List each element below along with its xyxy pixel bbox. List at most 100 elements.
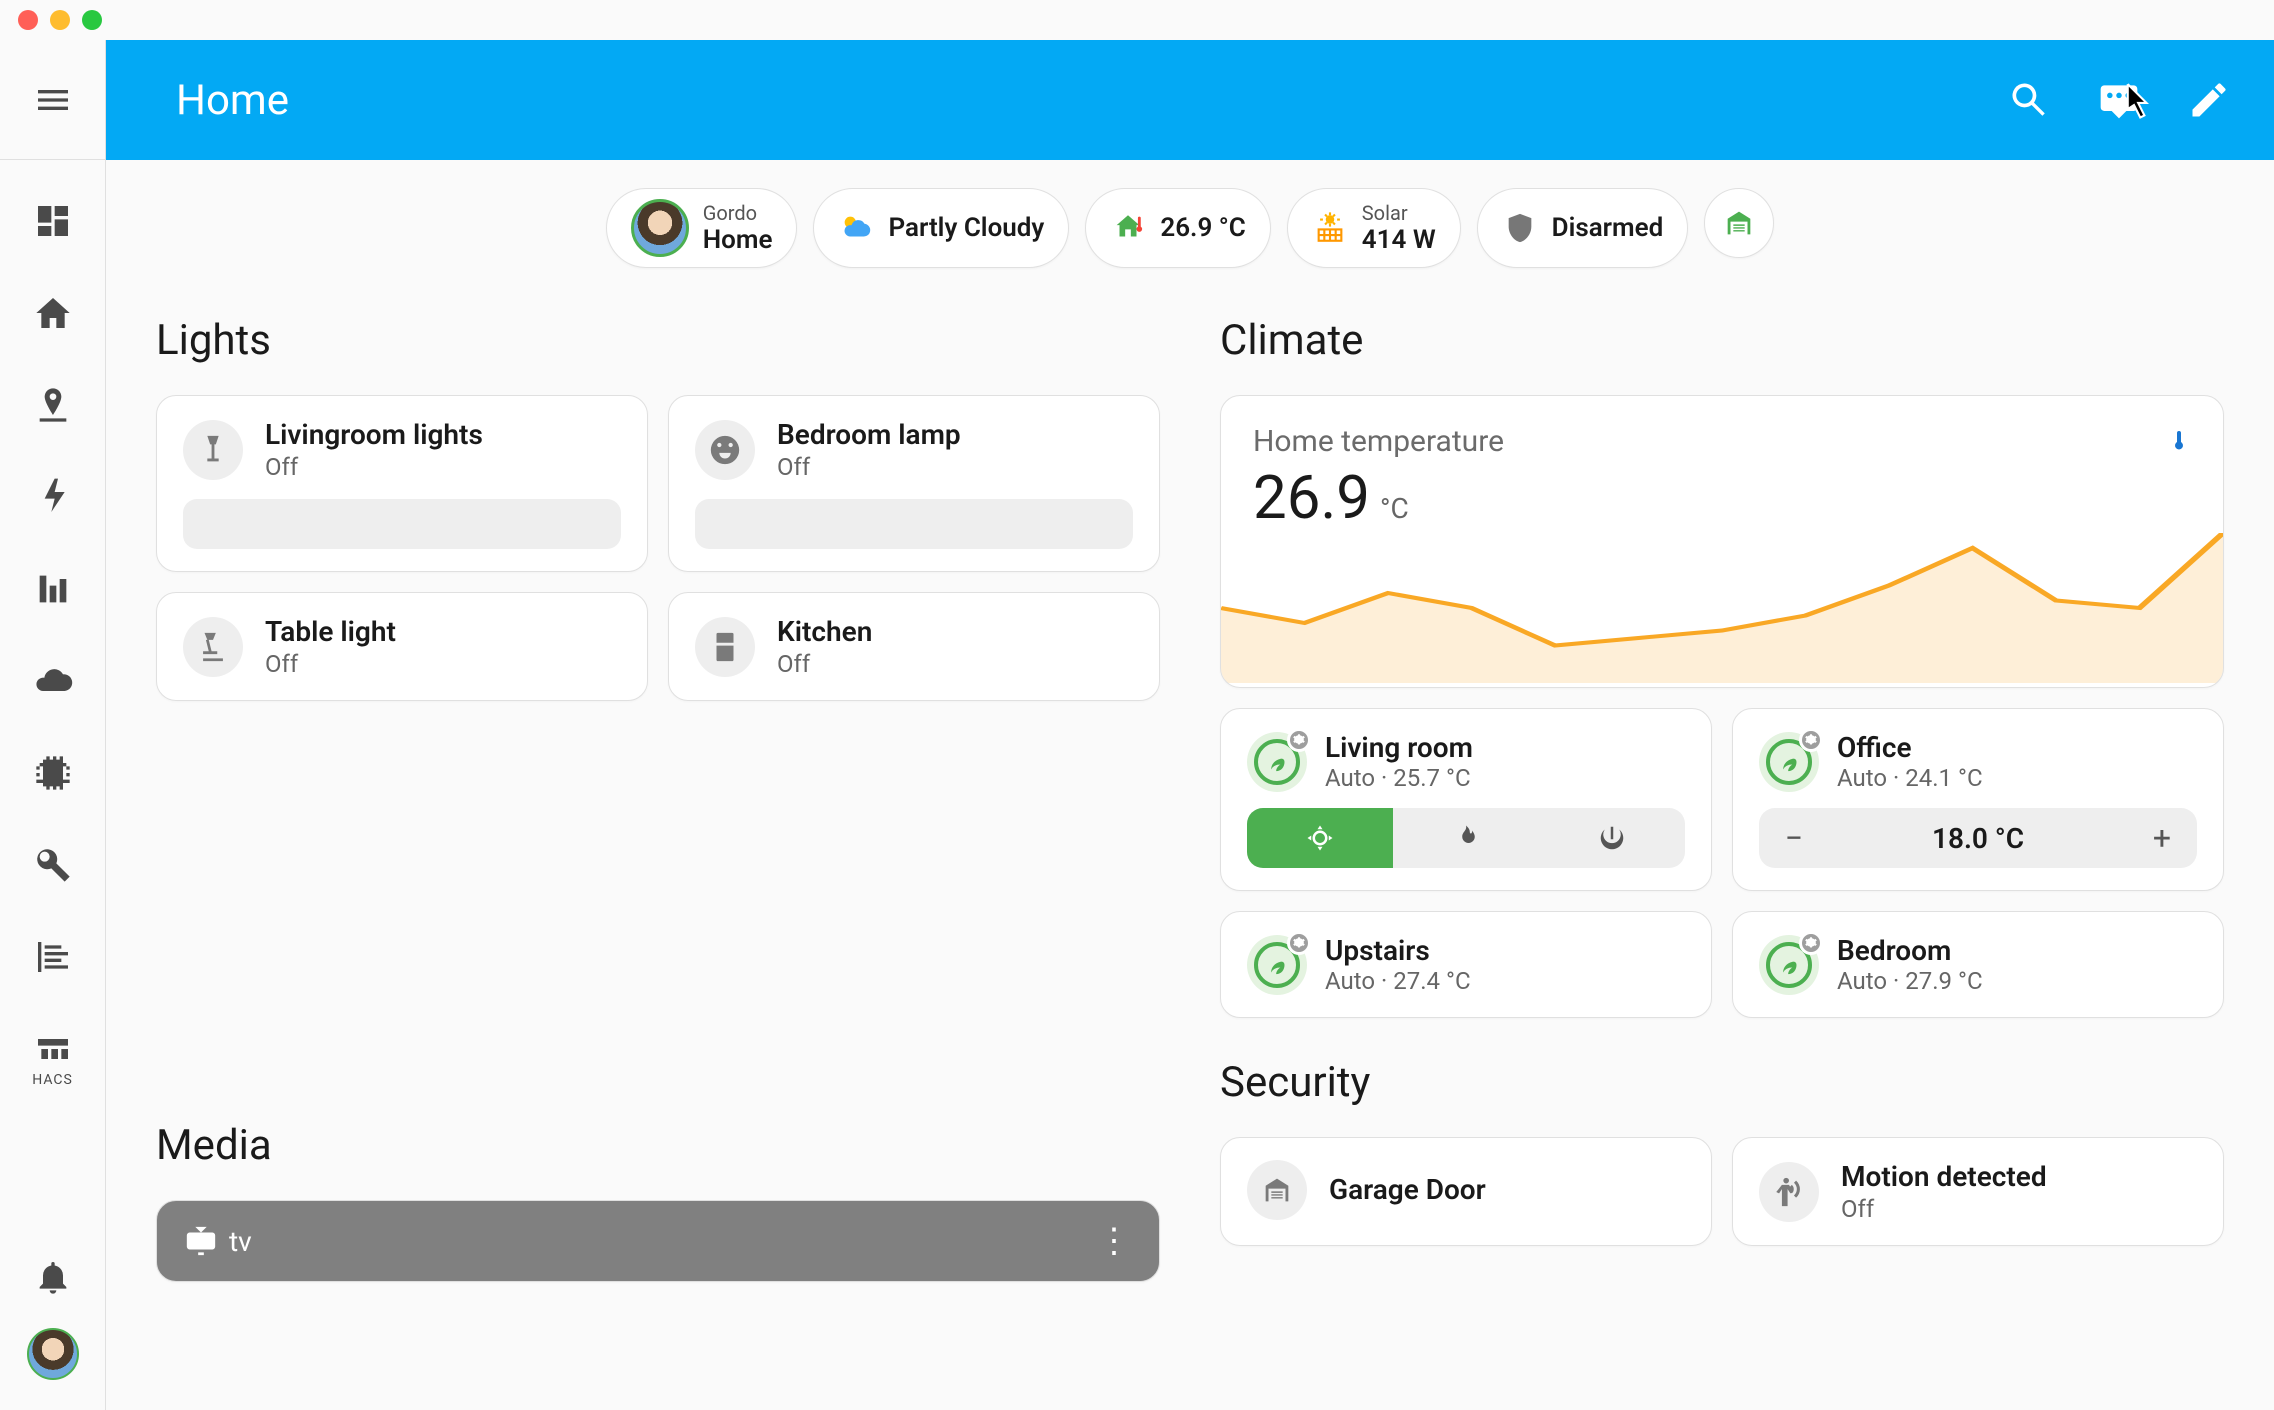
climate-room-name: Bedroom [1837, 934, 1983, 967]
media-tv-label: tv [229, 1225, 1097, 1258]
light-state: Off [265, 453, 483, 481]
window-close-button[interactable] [18, 10, 38, 30]
chip-solar-label: Solar [1362, 201, 1436, 225]
light-label: Livingroom lights [265, 418, 483, 451]
brightness-slider[interactable] [183, 499, 621, 549]
climate-home-temp-card[interactable]: Home temperature 26.9 °C [1220, 395, 2224, 688]
sidebar-item-addons[interactable] [32, 752, 74, 794]
light-card-bedroom-lamp[interactable]: Bedroom lamp Off [668, 395, 1160, 572]
temp-setpoint: 18.0 °C [1829, 822, 2127, 855]
climate-section-title: Climate [1220, 316, 2224, 365]
climate-home-unit: °C [1380, 492, 1409, 525]
chip-weather[interactable]: Partly Cloudy [813, 188, 1069, 268]
solar-panel-icon [1312, 210, 1348, 246]
user-avatar-icon [631, 199, 689, 257]
sidebar-hacs-label: HACS [32, 1072, 73, 1088]
security-item-name: Garage Door [1329, 1173, 1486, 1206]
mode-auto-button[interactable] [1247, 808, 1393, 868]
motion-sensor-icon [1759, 1162, 1819, 1222]
desk-lamp-icon [183, 617, 243, 677]
chip-temp-text: 26.9 °C [1160, 213, 1245, 243]
window-maximize-button[interactable] [82, 10, 102, 30]
climate-chart [1221, 533, 2223, 683]
light-state: Off [777, 650, 872, 678]
sidebar-item-devtools[interactable] [32, 844, 74, 886]
sidebar-item-dashboard[interactable] [32, 200, 74, 242]
cursor-pointer-icon [2109, 80, 2159, 134]
edit-dashboard-button[interactable] [2184, 75, 2234, 125]
temp-down-button[interactable]: − [1759, 808, 1829, 868]
climate-room-status: Auto · 27.4 °C [1325, 967, 1471, 995]
sidebar-item-hacs[interactable]: HACS [32, 1028, 74, 1088]
climate-status-icon [1759, 935, 1819, 995]
climate-status-icon [1759, 732, 1819, 792]
floor-lamp-icon [183, 420, 243, 480]
chip-garage[interactable] [1704, 188, 1774, 258]
security-section-title: Security [1220, 1058, 2224, 1107]
light-card-table-light[interactable]: Table light Off [156, 592, 648, 701]
media-section-title: Media [156, 1121, 1160, 1170]
garage-icon [1247, 1160, 1307, 1220]
climate-room-name: Office [1837, 731, 1983, 764]
climate-card-upstairs[interactable]: Upstairs Auto · 27.4 °C [1220, 911, 1712, 1018]
security-item-name: Motion detected [1841, 1160, 2047, 1193]
sidebar-item-home[interactable] [32, 292, 74, 334]
climate-card-living-room[interactable]: Living room Auto · 25.7 °C [1220, 708, 1712, 891]
chip-user[interactable]: Gordo Home [606, 188, 798, 268]
garage-icon [1721, 205, 1757, 241]
security-card-garage-door[interactable]: Garage Door [1220, 1137, 1712, 1246]
menu-button[interactable] [32, 79, 74, 121]
sidebar-user-avatar[interactable] [27, 1328, 79, 1380]
light-label: Bedroom lamp [777, 418, 961, 451]
chip-user-name: Gordo [703, 201, 773, 225]
climate-card-bedroom[interactable]: Bedroom Auto · 27.9 °C [1732, 911, 2224, 1018]
climate-status-icon [1247, 935, 1307, 995]
chip-solar[interactable]: Solar 414 W [1287, 188, 1461, 268]
page-title: Home [176, 76, 2004, 125]
chip-weather-text: Partly Cloudy [888, 213, 1044, 243]
light-label: Kitchen [777, 615, 872, 648]
header: Home [106, 40, 2274, 160]
security-item-state: Off [1841, 1195, 2047, 1223]
sidebar-item-energy[interactable] [32, 476, 74, 518]
chips-row: Gordo Home Partly Cloudy 26.9 °C [106, 160, 2274, 296]
chip-temperature[interactable]: 26.9 °C [1085, 188, 1270, 268]
mode-off-button[interactable] [1539, 808, 1685, 868]
climate-room-status: Auto · 27.9 °C [1837, 967, 1983, 995]
home-thermometer-icon [1110, 210, 1146, 246]
climate-card-office[interactable]: Office Auto · 24.1 °C − 18.0 °C + [1732, 708, 2224, 891]
climate-room-name: Living room [1325, 731, 1473, 764]
climate-home-value: 26.9 [1253, 462, 1370, 533]
temp-up-button[interactable]: + [2127, 808, 2197, 868]
security-card-motion-detected[interactable]: Motion detected Off [1732, 1137, 2224, 1246]
light-state: Off [265, 650, 396, 678]
sidebar: HACS [0, 40, 106, 1410]
brightness-slider[interactable] [695, 499, 1133, 549]
shield-off-icon [1502, 210, 1538, 246]
sidebar-item-logbook[interactable] [32, 936, 74, 978]
thermometer-icon [2167, 424, 2191, 462]
window-titlebar [0, 0, 2274, 40]
light-card-kitchen[interactable]: Kitchen Off [668, 592, 1160, 701]
chip-security[interactable]: Disarmed [1477, 188, 1689, 268]
sidebar-item-map[interactable] [32, 384, 74, 426]
media-more-button[interactable]: ⋮ [1097, 1221, 1133, 1261]
climate-room-status: Auto · 24.1 °C [1837, 764, 1983, 792]
light-card-livingroom-lights[interactable]: Livingroom lights Off [156, 395, 648, 572]
light-state: Off [777, 453, 961, 481]
chip-solar-value: 414 W [1362, 225, 1436, 255]
search-button[interactable] [2004, 75, 2054, 125]
climate-room-name: Upstairs [1325, 934, 1471, 967]
sidebar-item-cloud[interactable] [32, 660, 74, 702]
lights-section-title: Lights [156, 316, 1160, 365]
sidebar-item-notifications[interactable] [32, 1256, 74, 1298]
climate-home-label: Home temperature [1253, 424, 1504, 462]
climate-room-status: Auto · 25.7 °C [1325, 764, 1473, 792]
chip-security-text: Disarmed [1552, 213, 1664, 243]
window-minimize-button[interactable] [50, 10, 70, 30]
media-card-tv[interactable]: tv ⋮ [156, 1200, 1160, 1282]
sidebar-item-history[interactable] [32, 568, 74, 610]
tv-icon [183, 1223, 219, 1259]
mode-heat-button[interactable] [1393, 808, 1539, 868]
climate-status-icon [1247, 732, 1307, 792]
